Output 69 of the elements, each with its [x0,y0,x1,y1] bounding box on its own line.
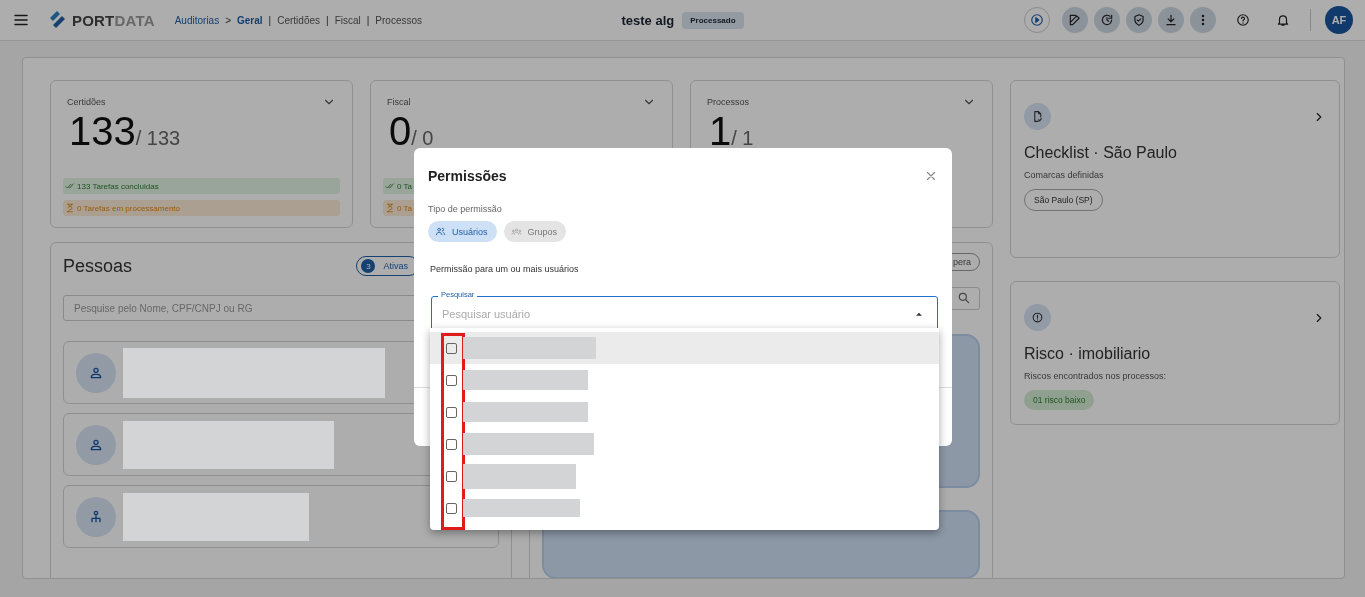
stat-value: 0 [389,109,412,154]
close-button[interactable] [924,169,938,183]
stat-label: Processos [707,97,750,107]
checkbox[interactable] [446,374,457,386]
checkbox[interactable] [446,406,457,418]
close-icon [924,169,938,183]
group-icon [510,226,522,237]
checkbox[interactable] [446,470,457,482]
breadcrumb-separator: | [268,14,272,26]
breadcrumb-link[interactable]: Processos [375,14,423,26]
double-check-icon [385,181,395,191]
notifications-icon [1276,13,1290,27]
alert-icon [1031,311,1044,324]
status-badge: Processado [682,11,744,29]
stat-total: / 133 [135,127,181,150]
breadcrumb-separator: | [326,14,329,26]
help-icon [1236,13,1250,27]
logo-text: PORTDATA [72,11,155,29]
breadcrumb-link[interactable]: Auditorias [174,14,220,26]
stat-total: / 0 [411,127,434,150]
type-chip[interactable]: Grupos [503,221,567,242]
refresh-button[interactable] [1094,7,1120,33]
search-icon [957,291,971,306]
org-person-icon [88,508,104,525]
summary-card[interactable]: Risco · imobiliario Riscos encontrados nos processos: 01 risco baixo [1010,281,1340,425]
breadcrumb-link[interactable]: Certidões [277,14,320,26]
dialog-title: Permissões [428,168,507,184]
tag: 01 risco baixo [1024,390,1095,410]
stat-label: Fiscal [387,97,411,107]
shield-icon [1132,13,1146,27]
shield-button[interactable] [1126,7,1152,33]
card-title: Checklist · São Paulo [1024,144,1178,162]
download-icon [1164,13,1178,27]
section-title: Pessoas [63,255,133,277]
type-chip[interactable]: Usuários [428,221,497,242]
stat-total: / 1 [731,127,754,150]
checkbox[interactable] [446,502,457,514]
stat-value: 133 [69,109,136,154]
card-subtitle: Comarcas definidas [1024,170,1105,180]
user-avatar[interactable]: AF [1325,6,1353,34]
refresh-icon [1100,13,1114,27]
field-label: Tipo de permissão [428,204,503,214]
edit-button[interactable] [1062,7,1088,33]
done-text: 133 Tarefas concluidas [77,181,159,191]
users-icon [435,226,446,237]
hourglass-icon [65,203,75,213]
breadcrumb-link[interactable]: Geral [237,14,263,26]
double-check-icon [65,181,75,191]
summary-card[interactable]: Checklist · São Paulo Comarcas definidas São Paulo (SP) [1010,80,1340,258]
done-banner[interactable]: 133 Tarefas concluidas [63,178,340,194]
checkbox[interactable] [446,438,457,450]
breadcrumb-link[interactable]: Fiscal [334,14,361,26]
pending-text: 0 Tarefas em processamento [77,203,180,213]
stat-label: Certidões [67,97,106,107]
card-title: Risco · imobiliario [1024,345,1152,363]
done-text: 0 Ta [397,181,412,191]
page-title: teste alg [621,12,675,28]
stat-value: 1 [709,109,732,154]
description-text: Permissão para um ou mais usuários [430,264,580,274]
document-check-icon [1031,110,1044,123]
pending-text: 0 Ta [397,203,412,213]
breadcrumb-separator: > [225,14,231,26]
play-button[interactable] [1024,7,1050,33]
hourglass-icon [385,203,395,213]
checkbox[interactable] [446,342,457,354]
download-button[interactable] [1158,7,1184,33]
breadcrumb-separator: | [366,14,370,26]
play-icon [1030,13,1044,27]
card-subtitle: Riscos encontrados nos processos: [1024,371,1168,381]
